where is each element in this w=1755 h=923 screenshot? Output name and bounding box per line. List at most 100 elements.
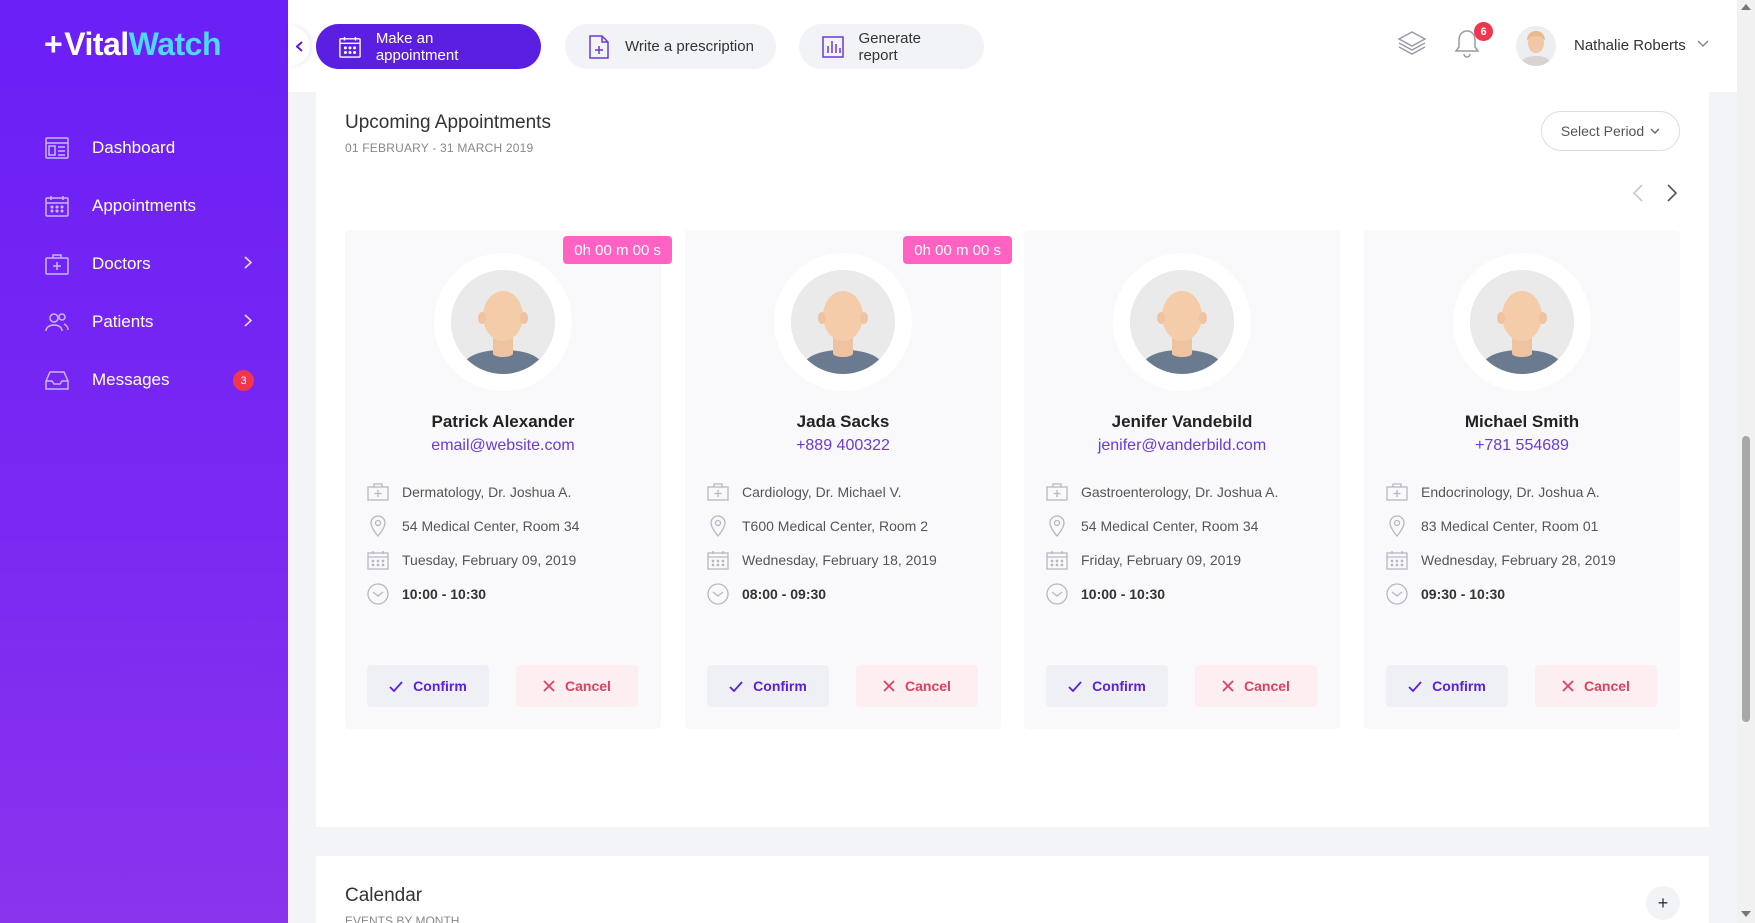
messages-count-badge: 3 (233, 370, 254, 391)
sidebar-item-doctors[interactable]: Doctors (0, 235, 288, 293)
location-row: T600 Medical Center, Room 2 (707, 515, 928, 537)
date-row: Friday, February 09, 2019 (1046, 549, 1241, 571)
person-placeholder-icon (1130, 270, 1234, 374)
clock-icon (367, 583, 389, 605)
user-name[interactable]: Nathalie Roberts (1574, 37, 1686, 54)
app-logo[interactable]: +VitalWatch (44, 26, 222, 63)
select-period-dropdown[interactable]: Select Period (1541, 111, 1680, 151)
users-icon (44, 310, 70, 334)
cancel-button[interactable]: Cancel (1535, 665, 1657, 707)
chevron-right-icon (244, 314, 252, 327)
logo-vital: Vital (64, 26, 129, 62)
time-row: 10:00 - 10:30 (1046, 583, 1165, 605)
time-row: 08:00 - 09:30 (707, 583, 826, 605)
collapse-sidebar-button[interactable] (288, 26, 310, 66)
time-text: 10:00 - 10:30 (1081, 586, 1166, 602)
medical-kit-icon (367, 481, 389, 503)
panel-title: Upcoming Appointments (345, 112, 551, 133)
confirm-button[interactable]: Confirm (1046, 665, 1168, 707)
person-placeholder-icon (791, 270, 895, 374)
close-icon (543, 680, 555, 692)
sidebar-item-dashboard[interactable]: Dashboard (0, 119, 288, 177)
calendar-icon (1386, 549, 1408, 571)
scroll-down-arrow-icon[interactable] (1741, 911, 1751, 917)
date-text: Tuesday, February 09, 2019 (402, 552, 577, 568)
chevron-left-icon (295, 40, 303, 52)
confirm-button[interactable]: Confirm (367, 665, 489, 707)
layers-icon[interactable] (1397, 30, 1427, 56)
department-text: Dermatology, Dr. Joshua A. (402, 484, 572, 500)
page-scrollbar[interactable] (1737, 0, 1755, 923)
patient-contact-link[interactable]: jenifer@vanderbild.com (1024, 437, 1340, 455)
patient-avatar (434, 253, 572, 391)
close-icon (1222, 680, 1234, 692)
clock-icon (1386, 583, 1408, 605)
patient-contact-link[interactable]: email@website.com (345, 437, 661, 455)
department-row: Dermatology, Dr. Joshua A. (367, 481, 571, 503)
location-text: 54 Medical Center, Room 34 (402, 518, 580, 534)
patient-avatar (774, 253, 912, 391)
notifications-badge: 6 (1474, 22, 1493, 41)
make-appointment-button[interactable]: Make an appointment (316, 24, 541, 69)
cancel-button[interactable]: Cancel (1195, 665, 1317, 707)
confirm-label: Confirm (413, 678, 467, 694)
countdown-timer-badge: 0h 00 m 00 s (903, 236, 1012, 264)
generate-report-button[interactable]: Generate report (799, 24, 984, 69)
patient-contact-link[interactable]: +781 554689 (1364, 437, 1680, 455)
scroll-up-arrow-icon[interactable] (1741, 4, 1751, 10)
sidebar: +VitalWatch Dashboard Appointments Docto… (0, 0, 288, 923)
confirm-button[interactable]: Confirm (707, 665, 829, 707)
write-prescription-button[interactable]: Write a prescription (565, 24, 776, 69)
sidebar-item-patients[interactable]: Patients (0, 293, 288, 351)
department-text: Cardiology, Dr. Michael V. (742, 484, 902, 500)
patient-contact-link[interactable]: +889 400322 (685, 437, 1001, 455)
department-row: Endocrinology, Dr. Joshua A. (1386, 481, 1600, 503)
user-avatar[interactable] (1516, 26, 1556, 66)
sidebar-item-label: Dashboard (92, 138, 176, 157)
sidebar-item-appointments[interactable]: Appointments (0, 177, 288, 235)
add-event-button[interactable]: + (1646, 886, 1680, 920)
chevron-down-icon[interactable] (1697, 40, 1709, 48)
location-row: 54 Medical Center, Room 34 (367, 515, 579, 537)
patient-name: Jada Sacks (796, 412, 890, 431)
location-row: 83 Medical Center, Room 01 (1386, 515, 1598, 537)
sidebar-item-label: Patients (92, 312, 154, 331)
time-text: 10:00 - 10:30 (402, 586, 487, 602)
countdown-timer-badge: 0h 00 m 00 s (563, 236, 672, 264)
panel-date-range: 01 FEBRUARY - 31 MARCH 2019 (345, 141, 534, 155)
calendar-icon (44, 194, 70, 218)
cancel-label: Cancel (1584, 678, 1630, 694)
upcoming-appointments-panel: Upcoming Appointments 01 FEBRUARY - 31 M… (316, 92, 1709, 827)
date-text: Friday, February 09, 2019 (1081, 552, 1242, 568)
cancel-button[interactable]: Cancel (516, 665, 638, 707)
appointment-card: Michael Smith +781 554689 Endocrinology,… (1364, 230, 1680, 729)
write-prescription-label: Write a prescription (625, 38, 754, 55)
location-row: 54 Medical Center, Room 34 (1046, 515, 1258, 537)
cancel-button[interactable]: Cancel (856, 665, 978, 707)
sidebar-item-messages[interactable]: Messages 3 (0, 351, 288, 409)
date-row: Wednesday, February 28, 2019 (1386, 549, 1616, 571)
date-text: Wednesday, February 28, 2019 (1421, 552, 1616, 568)
next-arrow-icon[interactable] (1666, 184, 1678, 202)
confirm-button[interactable]: Confirm (1386, 665, 1508, 707)
appointment-card: Jenifer Vandebild jenifer@vanderbild.com… (1024, 230, 1340, 729)
calendar-subtitle: EVENTS BY MONTH (345, 914, 460, 923)
check-icon (1068, 680, 1082, 692)
scroll-thumb[interactable] (1742, 436, 1750, 722)
select-period-label: Select Period (1560, 123, 1645, 139)
department-text: Endocrinology, Dr. Joshua A. (1421, 484, 1600, 500)
calendar-icon (367, 549, 389, 571)
medical-kit-icon (707, 481, 729, 503)
calendar-icon (707, 549, 729, 571)
appointment-card: 0h 00 m 00 s Patrick Alexander email@web… (345, 230, 672, 729)
department-row: Gastroenterology, Dr. Joshua A. (1046, 481, 1278, 503)
patient-avatar (1453, 253, 1591, 391)
medical-kit-icon (44, 252, 70, 276)
calendar-icon (1046, 549, 1068, 571)
logo-watch: Watch (128, 26, 222, 62)
department-row: Cardiology, Dr. Michael V. (707, 481, 902, 503)
previous-arrow-icon[interactable] (1632, 184, 1644, 202)
location-pin-icon (1386, 515, 1408, 537)
appointment-card: 0h 00 m 00 s Jada Sacks +889 400322 Card… (685, 230, 1012, 729)
close-icon (883, 680, 895, 692)
